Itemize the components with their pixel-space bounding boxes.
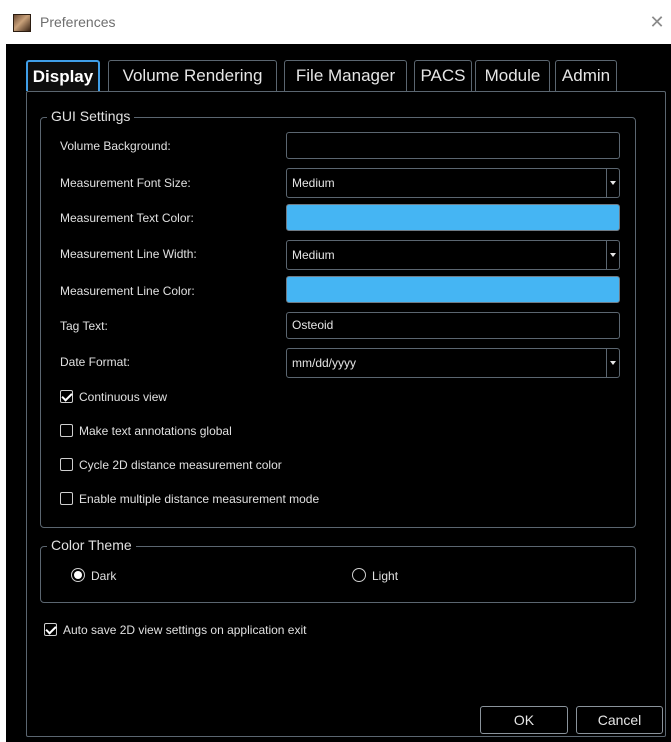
measurement-line-width-label: Measurement Line Width: <box>60 247 197 261</box>
measurement-line-width-value: Medium <box>292 248 335 262</box>
chevron-down-icon[interactable] <box>606 241 619 269</box>
theme-light-radio[interactable] <box>352 568 366 582</box>
chevron-down-icon[interactable] <box>606 169 619 197</box>
cycle-distance-color-label: Cycle 2D distance measurement color <box>79 458 282 472</box>
close-icon[interactable]: ✕ <box>647 11 667 33</box>
theme-dark-label: Dark <box>91 569 117 583</box>
tab-volume-rendering[interactable]: Volume Rendering <box>108 60 277 91</box>
ok-button[interactable]: OK <box>480 706 568 734</box>
date-format-label: Date Format: <box>60 355 131 369</box>
volume-background-swatch[interactable] <box>286 132 620 159</box>
gui-settings-title: GUI Settings <box>47 108 135 124</box>
cycle-distance-color-checkbox[interactable] <box>60 458 73 471</box>
app-logo-icon <box>13 14 31 32</box>
tag-text-input[interactable]: Osteoid <box>286 312 620 339</box>
dialog-body: Display Volume Rendering File Manager PA… <box>6 44 671 742</box>
text-annotations-global-label: Make text annotations global <box>79 424 232 438</box>
measurement-font-size-select[interactable]: Medium <box>286 168 620 198</box>
tab-pacs[interactable]: PACS <box>414 60 472 91</box>
tab-display[interactable]: Display <box>26 60 100 91</box>
measurement-line-color-label: Measurement Line Color: <box>60 284 195 298</box>
text-annotations-global-checkbox[interactable] <box>60 424 73 437</box>
window-title: Preferences <box>40 14 116 30</box>
continuous-view-checkbox[interactable] <box>60 390 73 403</box>
measurement-font-size-value: Medium <box>292 176 335 190</box>
continuous-view-label: Continuous view <box>79 390 168 404</box>
tab-file-manager[interactable]: File Manager <box>284 60 407 91</box>
tab-module[interactable]: Module <box>475 60 550 91</box>
measurement-line-width-select[interactable]: Medium <box>286 240 620 270</box>
auto-save-checkbox[interactable] <box>44 623 57 636</box>
multiple-distance-mode-label: Enable multiple distance measurement mod… <box>79 492 320 506</box>
date-format-value: mm/dd/yyyy <box>292 356 357 370</box>
multiple-distance-mode-checkbox[interactable] <box>60 492 73 505</box>
volume-background-label: Volume Background: <box>60 139 171 153</box>
tab-admin[interactable]: Admin <box>555 60 617 91</box>
title-bar: Preferences ✕ <box>0 0 671 44</box>
date-format-select[interactable]: mm/dd/yyyy <box>286 348 620 378</box>
color-theme-group: Color Theme <box>40 537 636 603</box>
theme-light-label: Light <box>372 569 399 583</box>
chevron-down-icon[interactable] <box>606 349 619 377</box>
theme-dark-radio[interactable] <box>71 568 85 582</box>
cancel-button[interactable]: Cancel <box>576 706 663 734</box>
measurement-font-size-label: Measurement Font Size: <box>60 176 191 190</box>
measurement-text-color-label: Measurement Text Color: <box>60 211 194 225</box>
color-theme-title: Color Theme <box>47 537 136 553</box>
tag-text-label: Tag Text: <box>60 319 108 333</box>
measurement-text-color-swatch[interactable] <box>286 204 620 231</box>
measurement-line-color-swatch[interactable] <box>286 276 620 303</box>
auto-save-label: Auto save 2D view settings on applicatio… <box>63 623 307 637</box>
